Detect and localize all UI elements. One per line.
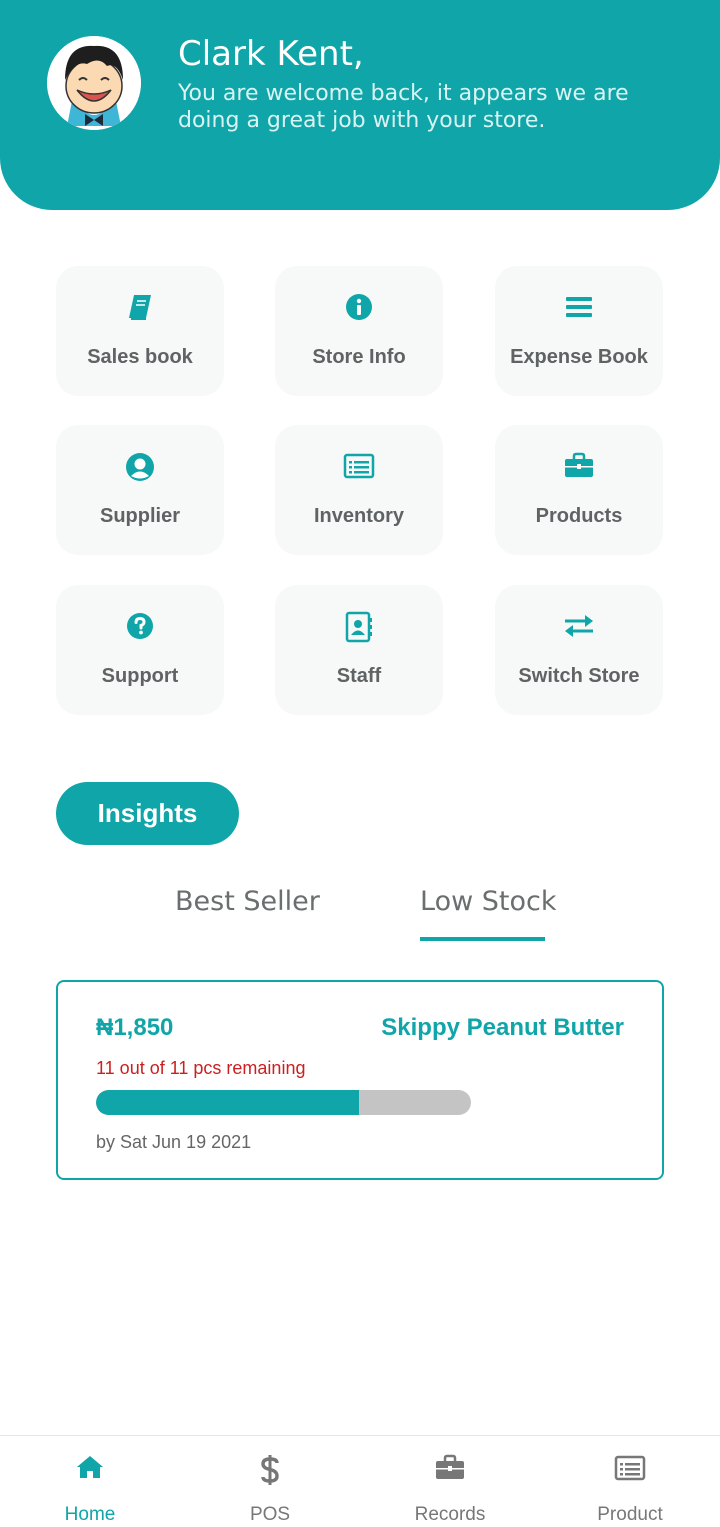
active-tab-indicator (420, 937, 545, 941)
product-price: ₦1,850 (96, 1014, 174, 1041)
briefcase-icon (360, 1454, 540, 1484)
info-icon (275, 292, 443, 322)
menu-tile-inventory[interactable]: Inventory (275, 425, 443, 555)
menu-tile-store-info[interactable]: Store Info (275, 266, 443, 396)
tab-low-stock[interactable]: Low Stock (420, 886, 556, 917)
nav-label: POS (249, 1504, 291, 1525)
nav-home[interactable]: Home (0, 1436, 180, 1527)
menu-tile-sales-book[interactable]: Sales book (56, 266, 224, 396)
exchange-icon (495, 611, 663, 641)
briefcase-icon (495, 451, 663, 481)
menu-tile-label: Store Info (312, 346, 406, 368)
menu-tile-products[interactable]: Products (495, 425, 663, 555)
stock-date: by Sat Jun 19 2021 (96, 1132, 252, 1152)
menu-tile-label: Supplier (99, 505, 180, 527)
nav-label: Records (414, 1504, 486, 1525)
menu-tile-label: Staff (336, 665, 382, 687)
user-circle-icon (56, 451, 224, 481)
question-circle-icon (56, 611, 224, 641)
stock-progress-bar (96, 1090, 471, 1115)
nav-label: Home (64, 1504, 116, 1525)
bottom-navigation: Home POS Records Product (0, 1435, 720, 1527)
nav-records[interactable]: Records (360, 1436, 540, 1527)
book-icon (56, 292, 224, 322)
address-book-icon (275, 611, 443, 643)
dollar-icon (180, 1454, 360, 1485)
menu-tile-label: Products (535, 505, 623, 527)
avatar[interactable] (47, 36, 141, 130)
menu-tile-label: Expense Book (510, 346, 648, 368)
tab-best-seller[interactable]: Best Seller (175, 886, 320, 917)
menu-tile-label: Support (101, 665, 179, 687)
menu-tile-label: Sales book (87, 346, 193, 368)
nav-product[interactable]: Product (540, 1436, 720, 1527)
menu-tile-expense-book[interactable]: Expense Book (495, 266, 663, 396)
product-name: Skippy Peanut Butter (381, 1014, 624, 1041)
nav-label: Product (597, 1504, 663, 1525)
menu-tile-staff[interactable]: Staff (275, 585, 443, 715)
stock-progress-fill (96, 1090, 359, 1115)
insights-button[interactable]: Insights (56, 782, 239, 845)
header-banner: Clark Kent, You are welcome back, it app… (0, 0, 720, 210)
menu-tile-support[interactable]: Support (56, 585, 224, 715)
list-alt-icon (540, 1454, 720, 1484)
menu-tile-switch-store[interactable]: Switch Store (495, 585, 663, 715)
home-icon (0, 1454, 180, 1484)
user-name: Clark Kent, (178, 34, 364, 74)
welcome-message: You are welcome back, it appears we are … (178, 81, 629, 133)
menu-tile-label: Switch Store (518, 665, 640, 687)
stock-remaining-text: 11 out of 11 pcs remaining (96, 1058, 306, 1078)
nav-pos[interactable]: POS (180, 1436, 360, 1527)
menu-tile-supplier[interactable]: Supplier (56, 425, 224, 555)
menu-tile-label: Inventory (313, 505, 405, 527)
list-icon (495, 292, 663, 322)
low-stock-card[interactable]: ₦1,850 Skippy Peanut Butter 11 out of 11… (56, 980, 664, 1180)
avatar-cartoon-image (47, 36, 141, 130)
list-alt-icon (275, 451, 443, 481)
